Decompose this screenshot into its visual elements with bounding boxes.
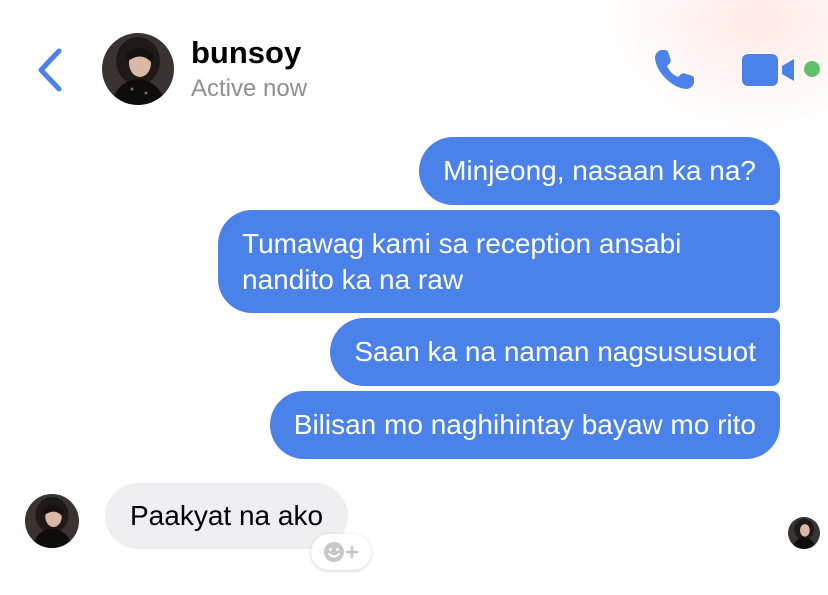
chat-screen: bunsoy Active now Minjeong, nasaan ka na… — [0, 0, 828, 595]
phone-icon — [655, 50, 694, 89]
message-bubble-incoming[interactable]: Paakyat na ako — [105, 483, 349, 549]
back-button[interactable] — [28, 44, 72, 96]
message-bubble-outgoing[interactable]: Tumawag kami sa reception ansabi nandito… — [218, 210, 780, 313]
video-camera-icon — [742, 54, 794, 86]
online-indicator — [804, 61, 820, 77]
smiley-plus-icon — [324, 542, 359, 562]
active-status: Active now — [191, 75, 308, 102]
seen-receipt-avatar — [788, 517, 820, 549]
sender-avatar[interactable] — [25, 494, 79, 548]
video-call-button[interactable] — [740, 50, 800, 90]
message-bubble-outgoing[interactable]: Saan ka na naman nagsususuot — [330, 318, 780, 386]
chevron-left-icon — [38, 48, 62, 92]
message-bubble-outgoing[interactable]: Bilisan mo naghihintay bayaw mo rito — [269, 391, 780, 459]
message-bubble-outgoing[interactable]: Minjeong, nasaan ka na? — [419, 137, 780, 205]
call-button[interactable] — [648, 44, 700, 96]
add-reaction-button[interactable] — [311, 534, 371, 570]
contact-name[interactable]: bunsoy — [191, 34, 301, 72]
contact-avatar[interactable] — [102, 33, 174, 105]
